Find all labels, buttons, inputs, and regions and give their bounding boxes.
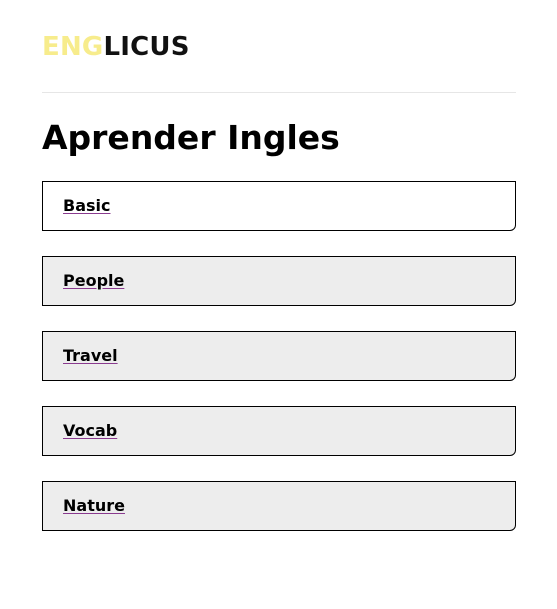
topic-link-basic[interactable]: Basic bbox=[63, 196, 110, 216]
topic-card-basic[interactable]: Basic bbox=[42, 181, 516, 231]
topic-card-vocab[interactable]: Vocab bbox=[42, 406, 516, 456]
topic-link-travel[interactable]: Travel bbox=[63, 346, 118, 366]
topic-card-nature[interactable]: Nature bbox=[42, 481, 516, 531]
logo-text-main: LICUS bbox=[103, 32, 190, 62]
topic-link-nature[interactable]: Nature bbox=[63, 496, 125, 516]
topic-link-vocab[interactable]: Vocab bbox=[63, 421, 117, 441]
topic-link-people[interactable]: People bbox=[63, 271, 124, 291]
page-title: Aprender Ingles bbox=[42, 118, 340, 157]
site-logo[interactable]: ENGLICUS bbox=[42, 31, 190, 63]
header-divider bbox=[42, 92, 516, 93]
topic-card-people[interactable]: People bbox=[42, 256, 516, 306]
topic-card-travel[interactable]: Travel bbox=[42, 331, 516, 381]
topic-list: Basic People Travel Vocab Nature bbox=[42, 181, 516, 556]
logo-text-accent: ENG bbox=[42, 32, 104, 62]
